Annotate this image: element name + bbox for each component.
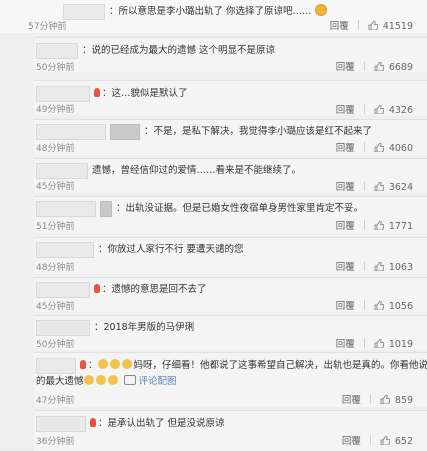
comment-text: ：所以意思是李小璐出轨了 你选择了原谅吧…… (109, 6, 312, 17)
weibo-comment-list: ：所以意思是李小璐出轨了 你选择了原谅吧…… 57分钟前 回覆 41519 ：说的… (0, 0, 427, 451)
blurred-username (110, 123, 140, 140)
comment-image-link[interactable]: 评论配图 (139, 376, 177, 387)
comment-text: ：这…貌似是默认了 (102, 88, 188, 99)
laugh-emoji-icon (95, 375, 106, 385)
blurred-username (36, 42, 78, 59)
thumb-up-icon[interactable] (380, 395, 390, 404)
comment-time: 50分钟前 (36, 63, 75, 73)
reply-button[interactable]: 回覆 (336, 221, 355, 232)
comment-time: 49分钟前 (36, 105, 75, 115)
thumb-up-icon[interactable] (374, 105, 384, 114)
comment-text: ：出轨没证据。但是已婚女性夜宿单身男性家里肯定不妥。 (116, 203, 364, 214)
blurred-username (36, 85, 90, 102)
comment-item: 遗憾，曾经信仰过的爱情……看来是不能继续了。 45分钟前 回覆 3624 (34, 158, 427, 193)
comment-item: ：所以意思是李小璐出轨了 你选择了原谅吧…… 57分钟前 回覆 41519 (0, 0, 427, 33)
reply-button[interactable]: 回覆 (342, 395, 361, 406)
reply-button[interactable]: 回覆 (336, 182, 355, 193)
comment-time: 36分钟前 (36, 437, 75, 447)
badge-icon (90, 418, 96, 427)
comment-item: ：说的已经成为最大的遗憾 这个明显不是原谅 50分钟前 回覆 6689 (34, 37, 427, 73)
comment-item: ：你放过人家行不行 要遭天谴的您 48分钟前 回覆 1063 (34, 237, 427, 274)
thumb-up-icon[interactable] (374, 262, 384, 271)
thumb-up-icon[interactable] (374, 182, 384, 191)
like-count: 1056 (388, 301, 413, 312)
comment-item: ：出轨没证据。但是已婚女性夜宿单身男性家里肯定不妥。 51分钟前 回覆 1771 (34, 196, 427, 233)
blurred-username (100, 200, 112, 217)
comment-text: ：是承认出轨了 但是没说原谅 (98, 418, 225, 429)
like-count: 3624 (388, 182, 413, 193)
like-count: 1019 (388, 339, 413, 350)
badge-icon (94, 284, 100, 293)
reply-button[interactable]: 回覆 (336, 62, 355, 73)
blurred-username (36, 200, 96, 217)
like-count: 652 (394, 436, 413, 447)
comment-text: 妈呀，仔细看！他都说了这事希望自己解决，出轨也是真的。你看他说 (133, 360, 427, 371)
blurred-username (63, 3, 105, 20)
like-count: 1771 (388, 221, 413, 232)
thumb-up-icon[interactable] (380, 436, 390, 445)
comment-time: 45分钟前 (36, 302, 75, 312)
comment-text: ： (88, 360, 98, 371)
badge-icon (94, 88, 100, 97)
reply-button[interactable]: 回覆 (336, 262, 355, 273)
like-count: 1063 (388, 262, 413, 273)
badge-icon (80, 360, 86, 369)
thumb-up-icon[interactable] (368, 21, 378, 30)
like-count: 41519 (382, 21, 413, 32)
reply-button[interactable]: 回覆 (336, 301, 355, 312)
reply-button[interactable]: 回覆 (336, 105, 355, 116)
comment-time: 51分钟前 (36, 222, 75, 232)
blurred-username (36, 357, 76, 374)
laugh-emoji-icon (109, 359, 120, 369)
comment-text: ：不是，是私下解决，我觉得李小璐应该是红不起来了 (144, 126, 373, 137)
blurred-username (36, 319, 90, 336)
sad-emoji-icon (314, 4, 327, 16)
blurred-username (36, 123, 106, 140)
comment-text: ：说的已经成为最大的遗憾 这个明显不是原谅 (82, 45, 276, 56)
blurred-username (36, 241, 94, 258)
comment-item: ：遗憾的意思是回不去了 45分钟前 回覆 1056 (34, 277, 427, 312)
blurred-username (36, 415, 86, 432)
comment-text: ：2018年男版的马伊琍 (94, 322, 195, 333)
laugh-emoji-icon (107, 375, 118, 385)
comment-text: ：遗憾的意思是回不去了 (102, 284, 207, 295)
comment-item: ： 妈呀，仔细看！他都说了这事希望自己解决，出轨也是真的。你看他说 的最大遗憾 评论… (34, 352, 427, 407)
comment-time: 45分钟前 (36, 182, 75, 192)
thumb-up-icon[interactable] (374, 62, 384, 71)
laugh-emoji-icon (97, 359, 108, 369)
reply-button[interactable]: 回覆 (330, 21, 349, 32)
reply-button[interactable]: 回覆 (336, 339, 355, 350)
comment-time: 47分钟前 (36, 396, 75, 406)
thumb-up-icon[interactable] (374, 339, 384, 348)
like-count: 6689 (388, 62, 413, 73)
like-count: 4060 (388, 143, 413, 154)
comment-item: ：2018年男版的马伊琍 50分钟前 回覆 1019 (34, 315, 427, 350)
comment-item: ：这…貌似是默认了 49分钟前 回覆 4326 (34, 80, 427, 116)
comment-time: 50分钟前 (36, 340, 75, 350)
laugh-emoji-icon (121, 359, 132, 369)
reply-button[interactable]: 回覆 (336, 143, 355, 154)
reply-button[interactable]: 回覆 (342, 436, 361, 447)
like-count: 859 (394, 395, 413, 406)
thumb-up-icon[interactable] (374, 301, 384, 310)
comment-time: 48分钟前 (36, 263, 75, 273)
comment-text: 的最大遗憾 (36, 376, 84, 387)
comment-item: ：不是，是私下解决，我觉得李小璐应该是红不起来了 48分钟前 回覆 4060 (34, 119, 427, 155)
comment-item: ：是承认出轨了 但是没说原谅 36分钟前 回覆 652 (34, 410, 427, 451)
image-comment-icon (123, 375, 136, 385)
comment-time: 48分钟前 (36, 144, 75, 154)
comment-text: ：你放过人家行不行 要遭天谴的您 (98, 244, 244, 255)
comment-text: 遗憾，曾经信仰过的爱情……看来是不能继续了。 (92, 165, 302, 176)
like-count: 4326 (388, 105, 413, 116)
thumb-up-icon[interactable] (374, 143, 384, 152)
blurred-username (36, 162, 88, 179)
blurred-username (36, 281, 90, 298)
laugh-emoji-icon (83, 375, 94, 385)
thumb-up-icon[interactable] (374, 221, 384, 230)
comment-time: 57分钟前 (28, 22, 67, 32)
